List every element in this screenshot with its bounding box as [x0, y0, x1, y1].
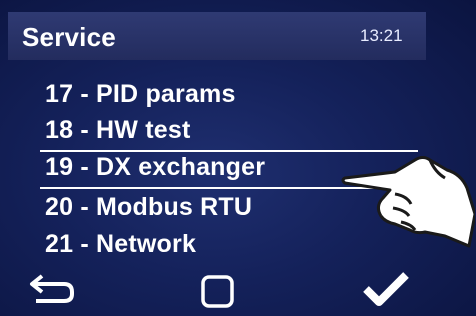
menu-item-network[interactable]: 21 - Network: [45, 230, 196, 259]
checkmark-icon[interactable]: [362, 270, 412, 308]
back-arrow-icon[interactable]: [28, 270, 78, 306]
menu-item-dx-exchanger[interactable]: 19 - DX exchanger: [45, 153, 265, 182]
pointing-hand-icon: [341, 156, 475, 248]
menu-item-pid-params[interactable]: 17 - PID params: [45, 80, 236, 109]
menu-item-modbus-rtu[interactable]: 20 - Modbus RTU: [45, 193, 252, 222]
menu-item-hw-test[interactable]: 18 - HW test: [45, 116, 190, 145]
clock: 13:21: [360, 26, 403, 45]
screen-title: Service: [22, 22, 116, 52]
square-icon[interactable]: [200, 274, 236, 310]
